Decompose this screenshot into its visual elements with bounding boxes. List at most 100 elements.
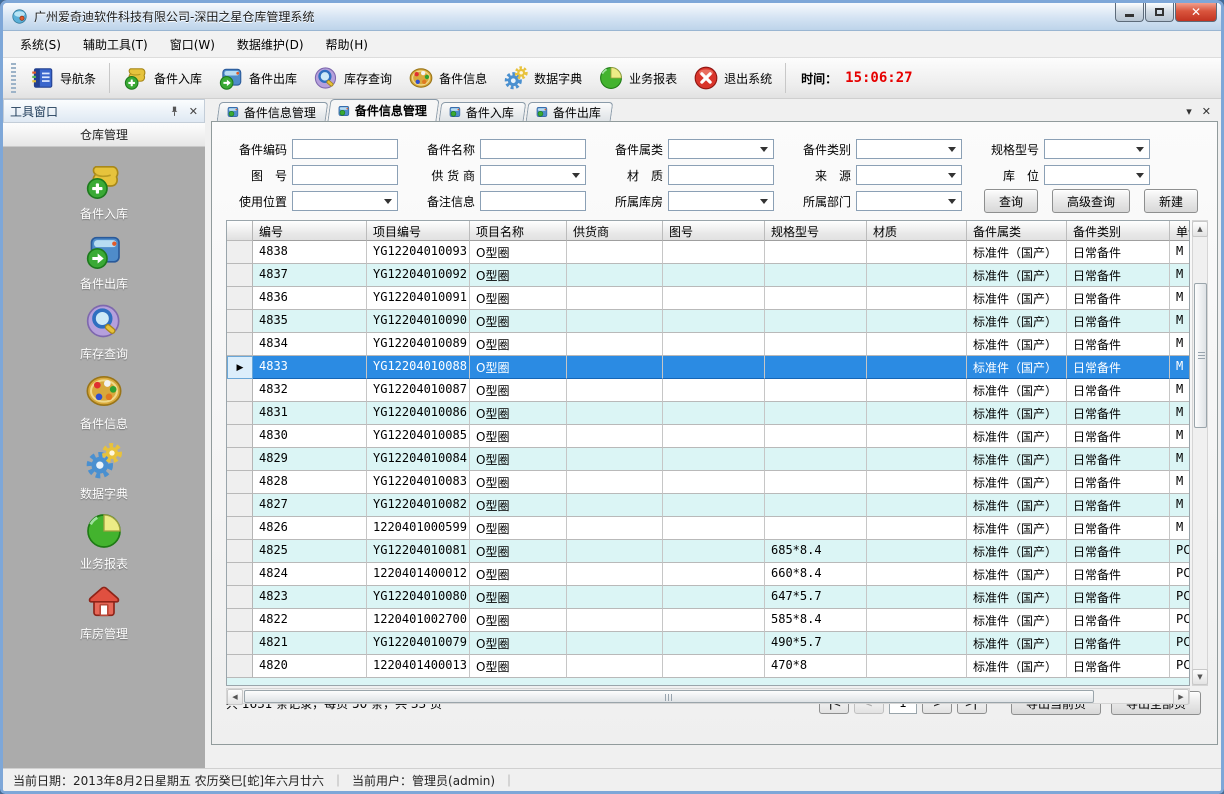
sidebar-item-label: 备件出库 [80, 275, 128, 292]
table-row[interactable]: 4836YG12204010091O型圈标准件（国产）日常备件M [227, 287, 1189, 310]
business-report-icon [84, 511, 124, 551]
table-row[interactable]: 4827YG12204010082O型圈标准件（国产）日常备件M [227, 494, 1189, 517]
table-row[interactable]: 4821YG12204010079O型圈490*5.7标准件（国产）日常备件PC [227, 632, 1189, 655]
tab-close-icon[interactable]: ✕ [1202, 105, 1211, 118]
table-row[interactable]: 48221220401002700O型圈585*8.4标准件（国产）日常备件PC [227, 609, 1189, 632]
table-row[interactable]: 4837YG12204010092O型圈标准件（国产）日常备件M [227, 264, 1189, 287]
toolbar-button-exit[interactable]: 退出系统 [685, 61, 780, 95]
maximize-button[interactable] [1145, 3, 1174, 22]
column-header-图号[interactable]: 图号 [663, 221, 765, 241]
form-input-图 号[interactable] [292, 165, 398, 185]
sidebar-item-inventory-query[interactable]: 库存查询 [44, 301, 164, 369]
form-select-规格型号[interactable] [1044, 139, 1150, 159]
close-button[interactable]: ✕ [1175, 3, 1217, 22]
new-button[interactable]: 新建 [1144, 189, 1198, 213]
table-row[interactable]: 4834YG12204010089O型圈标准件（国产）日常备件M [227, 333, 1189, 356]
column-header-备件类别[interactable]: 备件类别 [1067, 221, 1170, 241]
table-cell: 标准件（国产） [967, 517, 1067, 540]
inventory-query-icon [313, 65, 339, 91]
toolbar-button-data-dictionary[interactable]: 数据字典 [495, 61, 590, 95]
toolbar-button-navbar[interactable]: 导航条 [21, 61, 104, 95]
toolbar-button-inventory-query[interactable]: 库存查询 [305, 61, 400, 95]
vertical-scroll-thumb[interactable] [1194, 283, 1207, 428]
table-row[interactable]: 48241220401400012O型圈660*8.4标准件（国产）日常备件PC [227, 563, 1189, 586]
tab-1[interactable]: 备件信息管理 [327, 99, 439, 121]
sidebar-item-data-dictionary[interactable]: 数据字典 [44, 441, 164, 509]
table-row[interactable]: 4830YG12204010085O型圈标准件（国产）日常备件M [227, 425, 1189, 448]
form-select-来 源[interactable] [856, 165, 962, 185]
column-header-编号[interactable]: 编号 [253, 221, 367, 241]
table-row[interactable]: 4829YG12204010084O型圈标准件（国产）日常备件M [227, 448, 1189, 471]
sidebar-item-warehouse[interactable]: 库房管理 [44, 581, 164, 649]
form-input-备注信息[interactable] [480, 191, 586, 211]
form-select-供 货 商[interactable] [480, 165, 586, 185]
form-label: 备件类别 [790, 141, 856, 158]
table-row[interactable]: ▶4833YG12204010088O型圈标准件（国产）日常备件M [227, 356, 1189, 379]
menu-item-2[interactable]: 窗口(W) [159, 32, 226, 57]
toolbar-button-spare-out[interactable]: 备件出库 [210, 61, 305, 95]
table-row[interactable]: 4832YG12204010087O型圈标准件（国产）日常备件M [227, 379, 1189, 402]
table-row[interactable]: 4825YG12204010081O型圈685*8.4标准件（国产）日常备件PC [227, 540, 1189, 563]
form-select-备件属类[interactable] [668, 139, 774, 159]
sidebar-item-spare-info[interactable]: 备件信息 [44, 371, 164, 439]
tab-2[interactable]: 备件入库 [439, 102, 527, 121]
toolbar-button-spare-info[interactable]: 备件信息 [400, 61, 495, 95]
scroll-up-icon[interactable]: ▲ [1192, 221, 1208, 237]
toolbar-button-spare-in[interactable]: 备件入库 [115, 61, 210, 95]
table-row[interactable]: 4835YG12204010090O型圈标准件（国产）日常备件M [227, 310, 1189, 333]
column-header-规格型号[interactable]: 规格型号 [765, 221, 867, 241]
pin-icon[interactable] [168, 105, 181, 118]
menu-item-3[interactable]: 数据维护(D) [226, 32, 315, 57]
column-header-项目名称[interactable]: 项目名称 [470, 221, 567, 241]
form-select-使用位置[interactable] [292, 191, 398, 211]
menu-item-1[interactable]: 辅助工具(T) [72, 32, 159, 57]
chevron-down-icon[interactable]: ▾ [1186, 105, 1192, 118]
menu-item-0[interactable]: 系统(S) [9, 32, 72, 57]
table-row[interactable]: 48261220401000599O型圈标准件（国产）日常备件M [227, 517, 1189, 540]
form-label: 所属部门 [790, 193, 856, 210]
business-report-icon [598, 65, 624, 91]
table-row[interactable]: 4831YG12204010086O型圈标准件（国产）日常备件M [227, 402, 1189, 425]
scroll-down-icon[interactable]: ▼ [1192, 669, 1208, 685]
query-button[interactable]: 查询 [984, 189, 1038, 213]
table-cell: 标准件（国产） [967, 540, 1067, 563]
scroll-left-icon[interactable]: ◀ [227, 689, 243, 705]
row-header-cell [227, 241, 253, 264]
table-row[interactable]: 4828YG12204010083O型圈标准件（国产）日常备件M [227, 471, 1189, 494]
tab-0[interactable]: 备件信息管理 [217, 102, 329, 121]
table-cell: 标准件（国产） [967, 609, 1067, 632]
form-select-库 位[interactable] [1044, 165, 1150, 185]
warehouse-icon [84, 581, 124, 621]
column-header-供货商[interactable]: 供货商 [567, 221, 663, 241]
form-input-材 质[interactable] [668, 165, 774, 185]
minimize-button[interactable] [1115, 3, 1144, 22]
sidebar-item-business-report[interactable]: 业务报表 [44, 511, 164, 579]
table-cell: 4829 [253, 448, 367, 471]
form-select-备件类别[interactable] [856, 139, 962, 159]
form-select-所属库房[interactable] [668, 191, 774, 211]
vertical-scrollbar[interactable]: ▲ ▼ [1192, 220, 1208, 686]
table-cell: M [1170, 517, 1190, 540]
toolbar-button-business-report[interactable]: 业务报表 [590, 61, 685, 95]
table-row[interactable]: 48201220401400013O型圈470*8标准件（国产）日常备件PC [227, 655, 1189, 678]
toolbar-grip[interactable] [11, 63, 16, 93]
table-row[interactable]: 4823YG12204010080O型圈647*5.7标准件（国产）日常备件PC [227, 586, 1189, 609]
column-header-材质[interactable]: 材质 [867, 221, 967, 241]
column-header-项目编号[interactable]: 项目编号 [367, 221, 470, 241]
advanced-query-button[interactable]: 高级查询 [1052, 189, 1130, 213]
sidebar-close-icon[interactable]: ✕ [189, 105, 198, 118]
menu-item-4[interactable]: 帮助(H) [315, 32, 379, 57]
table-cell: 1220401400013 [367, 655, 470, 678]
sidebar-item-spare-out[interactable]: 备件出库 [44, 231, 164, 299]
scroll-right-icon[interactable]: ▶ [1173, 689, 1189, 705]
form-input-备件编码[interactable] [292, 139, 398, 159]
form-input-备件名称[interactable] [480, 139, 586, 159]
horizontal-scrollbar[interactable]: ◀ ▶ [226, 688, 1190, 704]
column-header-单位[interactable]: 单位 [1170, 221, 1190, 241]
sidebar-item-spare-in[interactable]: 备件入库 [44, 161, 164, 229]
column-header-备件属类[interactable]: 备件属类 [967, 221, 1067, 241]
form-select-所属部门[interactable] [856, 191, 962, 211]
horizontal-scroll-thumb[interactable] [244, 690, 1094, 703]
tab-3[interactable]: 备件出库 [526, 102, 614, 121]
table-row[interactable]: 4838YG12204010093O型圈标准件（国产）日常备件M [227, 241, 1189, 264]
